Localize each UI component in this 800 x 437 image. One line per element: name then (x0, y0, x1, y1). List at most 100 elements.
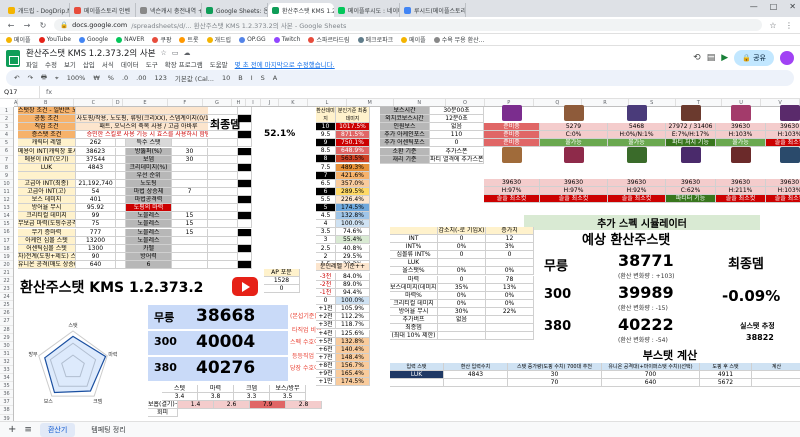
cell[interactable]: 90 (76, 252, 116, 261)
cell[interactable] (116, 171, 126, 180)
star-icon[interactable]: ☆ (161, 49, 167, 57)
menu-item[interactable]: 데이터 (121, 59, 139, 69)
row-header[interactable]: 23 (0, 285, 13, 294)
cell[interactable] (238, 236, 252, 245)
row-header[interactable]: 32 (0, 358, 13, 366)
bookmark-item[interactable]: 메이플 (6, 35, 31, 44)
cell[interactable]: 112.2% (336, 313, 370, 322)
cell[interactable]: 30% (438, 307, 486, 316)
cell[interactable]: 보스/방무 (270, 385, 306, 393)
bookmark-item[interactable]: 메크로파크 (357, 35, 393, 44)
browser-tab[interactable]: 넥슨캐시 충전내역 + 넥슨캐시 (136, 3, 202, 17)
cell[interactable]: 21,192,740 (76, 179, 116, 188)
cell-reference[interactable]: Q17 (0, 86, 40, 98)
cell[interactable] (208, 188, 238, 196)
cell[interactable]: 0% (486, 299, 534, 308)
cell[interactable] (116, 196, 126, 205)
cell[interactable] (208, 179, 238, 188)
browser-tab[interactable]: 메이플루시도 : 네이버 통합검색 (334, 3, 400, 17)
cell[interactable]: 패트, 오닉스의 축복 사용 / 고급 아바루 (76, 123, 222, 132)
cell[interactable] (116, 204, 126, 213)
cell[interactable]: 회피 (148, 409, 178, 417)
cell[interactable] (116, 147, 126, 156)
cell[interactable]: 차)전계(도핑+제도) 스텟 (18, 252, 76, 261)
cell[interactable]: +3천 (316, 321, 336, 330)
cell[interactable] (752, 371, 800, 379)
cell[interactable]: INT (390, 235, 438, 243)
cell[interactable] (238, 107, 252, 115)
cell[interactable]: 38623 (76, 147, 116, 156)
cell[interactable]: 110 (430, 131, 484, 140)
cell[interactable]: 심볼류 INT% (390, 251, 438, 260)
cell[interactable]: 카펠 (126, 244, 172, 253)
cell[interactable] (172, 244, 208, 253)
row-header[interactable]: 13 (0, 204, 13, 213)
cell[interactable] (208, 204, 238, 213)
toolbar-button[interactable]: .00 (136, 74, 146, 82)
row-header[interactable]: 15 (0, 220, 13, 229)
bookmark-item[interactable]: 스파르타드림 (308, 35, 350, 44)
cell[interactable]: 추가스폰 (430, 147, 484, 156)
bookmark-item[interactable]: 메이플 (401, 35, 426, 44)
cell[interactable]: 118.7% (336, 321, 370, 330)
cell[interactable]: 0 (438, 251, 486, 260)
cell[interactable]: 3.5 (270, 393, 306, 401)
cell[interactable]: 3.4 (162, 393, 198, 401)
bookmark-item[interactable]: YouTube (38, 36, 71, 43)
row-header[interactable]: 30 (0, 342, 13, 350)
url-input[interactable]: 🔒 docs.google.com /spreadsheets/d/... 환산… (54, 19, 762, 31)
toolbar-button[interactable]: 🖶 (41, 73, 47, 84)
cell[interactable]: 솔플 최소컷 (484, 195, 540, 203)
cell[interactable]: 증스탯 조건 (18, 131, 76, 140)
cell[interactable]: 750.1% (336, 139, 370, 148)
cell[interactable]: LUK (390, 259, 438, 268)
cell[interactable]: 1528 (264, 277, 300, 285)
column-header[interactable]: B (18, 99, 75, 106)
cell[interactable]: 솔플 최소컷 (608, 195, 666, 203)
cell[interactable] (238, 131, 252, 140)
cell[interactable]: 없음 (438, 316, 486, 324)
column-header[interactable]: G (203, 99, 232, 106)
cell[interactable] (238, 155, 252, 164)
all-sheets-icon[interactable]: ≡ (24, 425, 32, 435)
cell[interactable] (438, 324, 486, 333)
cell[interactable]: 27972 / 31406 (666, 123, 716, 131)
cell[interactable]: 78 (486, 275, 534, 284)
row-header[interactable]: 18 (0, 245, 13, 253)
cell[interactable] (208, 244, 238, 253)
cell[interactable] (18, 171, 76, 180)
cell[interactable] (238, 179, 252, 188)
cell[interactable]: -2천 (316, 280, 336, 289)
cell[interactable]: 132.8% (336, 212, 370, 221)
row-header[interactable]: 6 (0, 147, 13, 156)
cell[interactable]: 700 (602, 371, 700, 379)
cell[interactable]: 289.5% (336, 187, 370, 196)
cell[interactable]: 4 (316, 220, 336, 229)
cell[interactable] (172, 139, 208, 148)
cell[interactable]: 불가능 (716, 139, 766, 147)
row-header[interactable]: 27 (0, 317, 13, 326)
cell[interactable]: 8.5 (316, 147, 336, 156)
cell[interactable]: 분인기준 최종데미지 (336, 107, 370, 123)
cell[interactable]: H:97% (540, 187, 608, 195)
cell[interactable]: 준비중 (484, 123, 540, 131)
cell[interactable]: 40.8% (336, 244, 370, 253)
toolbar-button[interactable]: ₩ (93, 74, 99, 82)
last-edit-link[interactable]: 몇 초 전에 마지막으로 수정했습니다. (235, 59, 335, 69)
bookmark-item[interactable]: Twitch (273, 36, 300, 43)
cell[interactable] (438, 259, 486, 268)
menu-item[interactable]: 도구 (146, 59, 158, 69)
column-header[interactable]: C (74, 99, 114, 106)
cell[interactable] (238, 163, 252, 172)
cell[interactable] (208, 228, 238, 237)
sheet-tab[interactable]: 템페팅 정리 (83, 423, 133, 437)
cell[interactable]: 마력% (390, 291, 438, 300)
cell[interactable] (390, 379, 444, 387)
cell[interactable]: 0% (438, 291, 486, 300)
row-header[interactable]: 10 (0, 180, 13, 188)
menu-item[interactable]: 파일 (26, 59, 38, 69)
cell[interactable]: 165.4% (336, 370, 370, 378)
cell[interactable]: +4천 (316, 329, 336, 338)
cell[interactable] (116, 212, 126, 221)
cell[interactable]: 추가 아케인포스 (380, 131, 430, 140)
